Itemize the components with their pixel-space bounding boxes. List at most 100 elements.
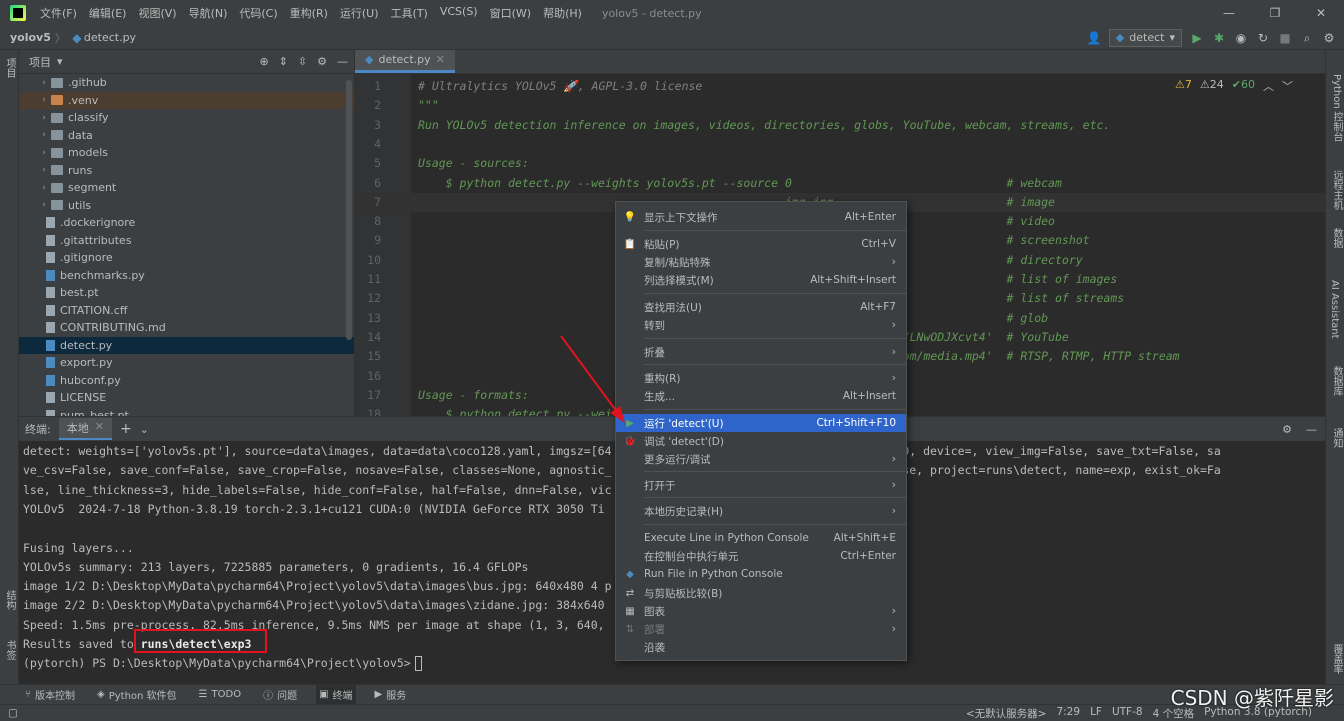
inspections-widget[interactable]: ⚠7 ⚠24 ✔60 ︿ ﹀ bbox=[1175, 78, 1293, 94]
context-menu-item[interactable]: 🐞 调试 'detect'(D) bbox=[616, 432, 906, 450]
context-menu-item[interactable]: ◆ Run File in Python Console bbox=[616, 565, 906, 583]
context-menu-item[interactable]: Execute Line in Python Console Alt+Shift+… bbox=[616, 529, 906, 547]
data-tool-button[interactable]: 数据 bbox=[1329, 228, 1344, 248]
chevron-down-icon[interactable]: ▾ bbox=[57, 55, 63, 68]
chevron-right-icon[interactable]: › bbox=[37, 113, 51, 123]
coverage-tool-button[interactable]: 覆盖率 bbox=[1329, 644, 1344, 674]
search-icon[interactable]: ⌕ bbox=[1300, 31, 1314, 45]
breadcrumb-project[interactable]: yolov5 bbox=[10, 31, 51, 44]
context-menu-item[interactable]: 💡 显示上下文操作 Alt+Enter bbox=[616, 208, 906, 226]
python-console-tool-button[interactable]: Python 控制台 bbox=[1329, 74, 1344, 142]
tree-file[interactable]: CONTRIBUTING.md bbox=[19, 319, 354, 337]
project-panel-title[interactable]: 项目 bbox=[29, 54, 51, 70]
tree-file[interactable]: LICENSE bbox=[19, 389, 354, 407]
breadcrumb-file[interactable]: detect.py bbox=[84, 31, 136, 44]
status-position[interactable]: 7:29 bbox=[1056, 706, 1080, 721]
context-menu-item[interactable]: 查找用法(U) Alt+F7 bbox=[616, 298, 906, 316]
chevron-right-icon[interactable]: › bbox=[37, 200, 51, 210]
context-menu-item[interactable]: 生成... Alt+Insert bbox=[616, 387, 906, 405]
gear-icon[interactable]: ⚙ bbox=[317, 55, 327, 68]
tree-folder[interactable]: › models bbox=[19, 144, 354, 162]
tree-folder[interactable]: › classify bbox=[19, 109, 354, 127]
collapse-all-icon[interactable]: ⇳ bbox=[298, 55, 307, 68]
terminal-tab-local[interactable]: 本地 ✕ bbox=[58, 418, 112, 440]
tree-file[interactable]: .gitignore bbox=[19, 249, 354, 267]
chevron-up-icon[interactable]: ︿ bbox=[1263, 78, 1274, 94]
editor-tab-detect[interactable]: ◆ detect.py ✕ bbox=[355, 50, 455, 73]
tool-tab[interactable]: ☰ TODO bbox=[196, 687, 245, 702]
status-line-separator[interactable]: LF bbox=[1090, 706, 1102, 721]
tool-tab[interactable]: ▶ 服务 bbox=[372, 685, 410, 704]
minimize-icon[interactable]: — bbox=[1206, 6, 1252, 20]
menu-item[interactable]: 重构(R) bbox=[284, 5, 334, 21]
tree-file[interactable]: pum_best.pt bbox=[19, 407, 354, 416]
menu-item[interactable]: 帮助(H) bbox=[537, 5, 588, 21]
run-icon[interactable]: ▶ bbox=[1190, 31, 1204, 45]
context-menu-item[interactable]: 重构(R) › bbox=[616, 369, 906, 387]
hide-icon[interactable]: — bbox=[1306, 423, 1317, 436]
tree-file[interactable]: best.pt bbox=[19, 284, 354, 302]
close-icon[interactable]: ✕ bbox=[95, 420, 104, 436]
context-menu-item[interactable]: 沿袭 bbox=[616, 638, 906, 656]
tree-file[interactable]: CITATION.cff bbox=[19, 302, 354, 320]
menu-item[interactable]: 代码(C) bbox=[233, 5, 283, 21]
run-config-select[interactable]: ◆ detect ▾ bbox=[1108, 28, 1182, 47]
context-menu-item[interactable]: 复制/粘贴特殊 › bbox=[616, 253, 906, 271]
tool-tab[interactable]: ⑂ 版本控制 bbox=[22, 685, 78, 704]
menu-item[interactable]: 工具(T) bbox=[385, 5, 434, 21]
menu-item[interactable]: 编辑(E) bbox=[83, 5, 133, 21]
project-tool-button[interactable]: 项目 bbox=[2, 58, 17, 78]
close-tab-icon[interactable]: ✕ bbox=[436, 53, 445, 66]
settings-icon[interactable]: ⚙ bbox=[1322, 31, 1336, 45]
context-menu-item[interactable]: ▦ 图表 › bbox=[616, 602, 906, 620]
menu-item[interactable]: VCS(S) bbox=[434, 5, 484, 21]
stop-icon[interactable]: ■ bbox=[1278, 31, 1292, 45]
tree-file[interactable]: .gitattributes bbox=[19, 232, 354, 250]
tree-file[interactable]: .dockerignore bbox=[19, 214, 354, 232]
coverage-icon[interactable]: ◉ bbox=[1234, 31, 1248, 45]
chevron-right-icon[interactable]: › bbox=[37, 183, 51, 193]
context-menu-item[interactable]: 本地历史记录(H) › bbox=[616, 502, 906, 520]
project-scrollbar[interactable] bbox=[346, 80, 352, 340]
menu-item[interactable]: 文件(F) bbox=[34, 5, 83, 21]
chevron-down-icon[interactable]: ﹀ bbox=[1282, 78, 1293, 94]
locate-icon[interactable]: ⊕ bbox=[259, 55, 268, 68]
chevron-right-icon[interactable]: › bbox=[37, 165, 51, 175]
tree-folder[interactable]: › .venv bbox=[19, 91, 354, 109]
context-menu-item[interactable]: ⇄ 与剪贴板比较(B) bbox=[616, 584, 906, 602]
context-menu-item[interactable]: ▶ 运行 'detect'(U) Ctrl+Shift+F10 bbox=[616, 414, 906, 432]
hide-icon[interactable]: — bbox=[337, 55, 348, 68]
menu-item[interactable]: 视图(V) bbox=[132, 5, 182, 21]
menu-item[interactable]: 导航(N) bbox=[183, 5, 234, 21]
add-icon[interactable]: + bbox=[120, 421, 132, 437]
tree-folder[interactable]: › .github bbox=[19, 74, 354, 92]
expand-all-icon[interactable]: ⇕ bbox=[279, 55, 288, 68]
tree-folder[interactable]: › utils bbox=[19, 197, 354, 215]
context-menu-item[interactable]: 转到 › bbox=[616, 316, 906, 334]
notifications-tool-button[interactable]: 通知 bbox=[1329, 428, 1344, 448]
chevron-right-icon[interactable]: › bbox=[37, 130, 51, 140]
tree-file[interactable]: detect.py bbox=[19, 336, 354, 354]
profile-icon[interactable]: ↻ bbox=[1256, 31, 1270, 45]
remote-host-tool-button[interactable]: 远程主机 bbox=[1329, 170, 1344, 210]
ai-assistant-tool-button[interactable]: AI Assistant bbox=[1329, 280, 1340, 339]
context-menu-item[interactable]: 打开于 › bbox=[616, 476, 906, 494]
status-server[interactable]: <无默认服务器> bbox=[966, 706, 1047, 721]
tool-tab[interactable]: ▣ 终端 bbox=[316, 685, 356, 704]
tree-file[interactable]: export.py bbox=[19, 354, 354, 372]
close-icon[interactable]: ✕ bbox=[1298, 6, 1344, 20]
context-menu-item[interactable]: 列选择模式(M) Alt+Shift+Insert bbox=[616, 271, 906, 289]
chevron-right-icon[interactable]: › bbox=[37, 148, 51, 158]
context-menu-item[interactable]: 折叠 › bbox=[616, 343, 906, 361]
tree-folder[interactable]: › runs bbox=[19, 162, 354, 180]
terminal-cursor[interactable] bbox=[414, 656, 422, 672]
restore-icon[interactable]: ❐ bbox=[1252, 6, 1298, 20]
tool-tab[interactable]: ◈ Python 软件包 bbox=[94, 685, 180, 704]
tree-folder[interactable]: › data bbox=[19, 127, 354, 145]
context-menu-item[interactable]: 📋 粘贴(P) Ctrl+V bbox=[616, 235, 906, 253]
tree-file[interactable]: benchmarks.py bbox=[19, 267, 354, 285]
context-menu-item[interactable]: 在控制台中执行单元 Ctrl+Enter bbox=[616, 547, 906, 565]
menu-item[interactable]: 窗口(W) bbox=[484, 5, 537, 21]
menu-item[interactable]: 运行(U) bbox=[334, 5, 385, 21]
tool-tab[interactable]: ⓘ 问题 bbox=[260, 685, 300, 704]
